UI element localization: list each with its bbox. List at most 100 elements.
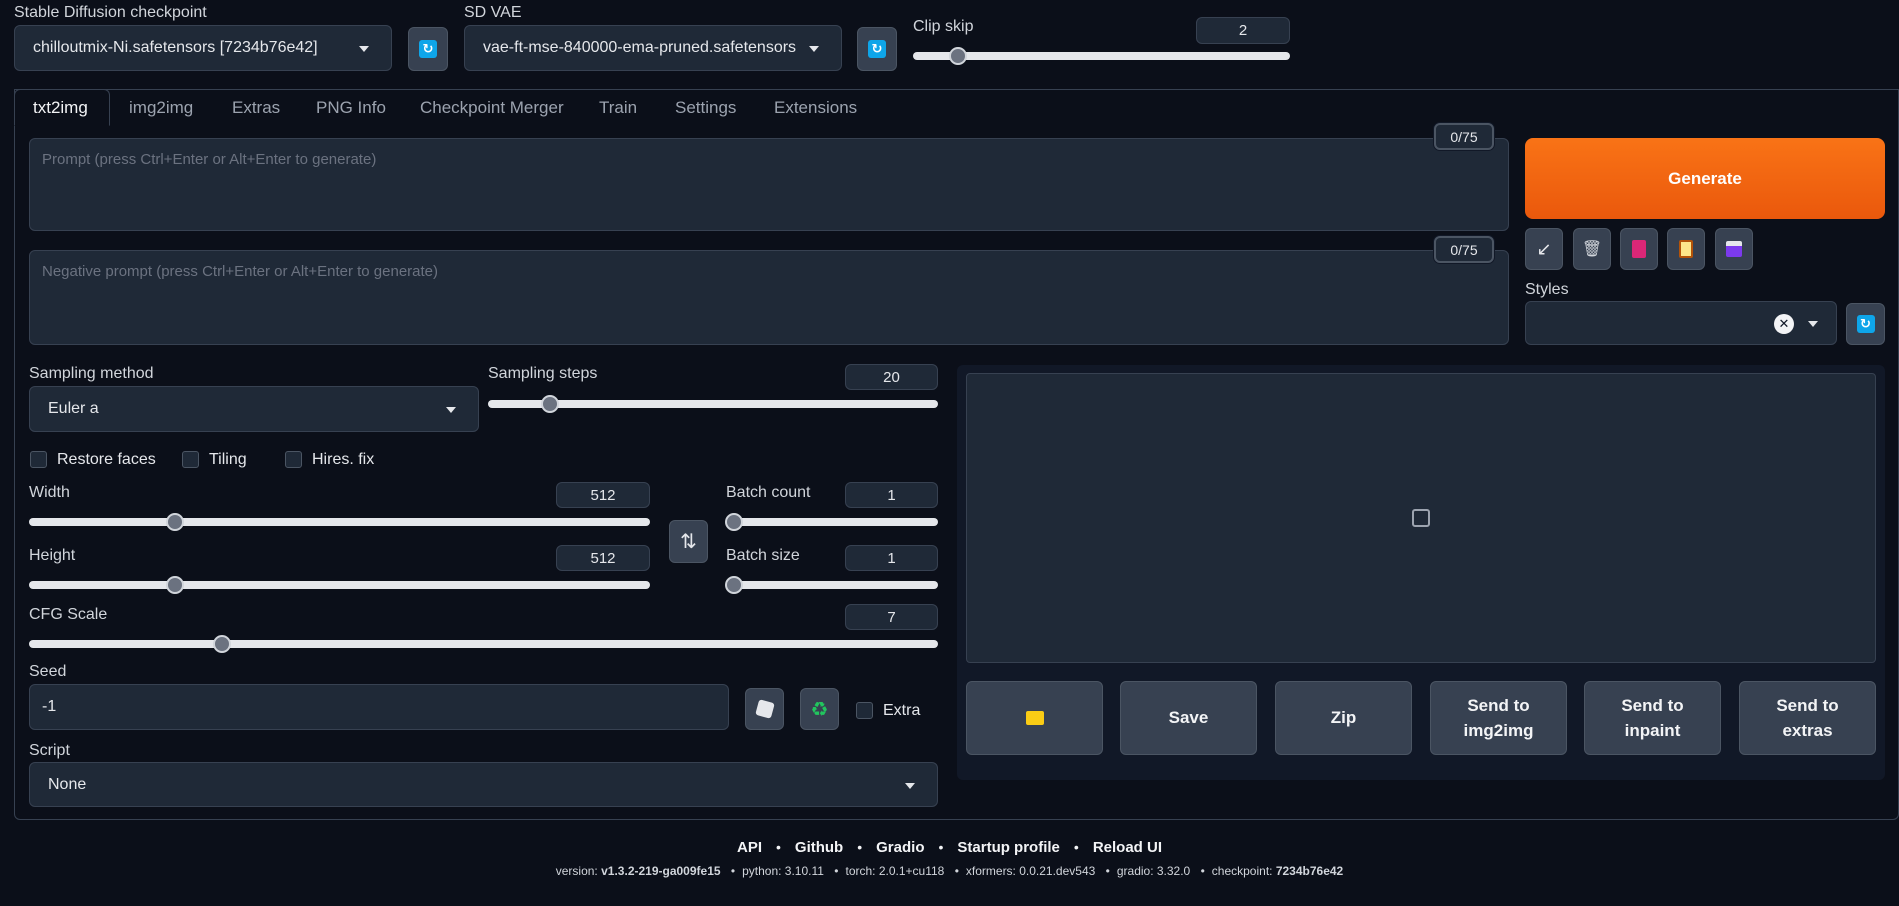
batch-size-input[interactable]: 1: [845, 545, 938, 571]
zip-button[interactable]: Zip: [1275, 681, 1412, 755]
checkpoint-dropdown[interactable]: chilloutmix-Ni.safetensors [7234b76e42]: [14, 25, 392, 71]
slider-thumb[interactable]: [213, 635, 231, 653]
vae-value: vae-ft-mse-840000-ema-pruned.safetensors: [483, 39, 797, 56]
save-style-button[interactable]: [1715, 228, 1753, 270]
styles-dropdown[interactable]: ✕: [1525, 301, 1837, 345]
tab-checkpoint-merger[interactable]: Checkpoint Merger: [420, 98, 564, 118]
extra-seed-label: Extra: [883, 702, 921, 719]
sampling-method-label: Sampling method: [29, 365, 154, 382]
tiling-label: Tiling: [209, 451, 247, 468]
restore-faces-checkbox[interactable]: [30, 451, 47, 468]
footer-link-reload-ui[interactable]: Reload UI: [1093, 839, 1162, 856]
refresh-checkpoint-button[interactable]: ↻: [408, 27, 448, 71]
chevron-down-icon: [446, 407, 456, 413]
tab-txt2img[interactable]: txt2img: [33, 98, 88, 118]
send-to-img2img-button[interactable]: Send to img2img: [1430, 681, 1567, 755]
slider-thumb[interactable]: [725, 576, 743, 594]
send-to-extras-button[interactable]: Send to extras: [1739, 681, 1876, 755]
footer-link-startup-profile[interactable]: Startup profile: [957, 839, 1060, 856]
styles-label: Styles: [1525, 281, 1569, 298]
slider-thumb[interactable]: [166, 513, 184, 531]
refresh-icon: ↻: [1856, 315, 1875, 333]
image-gallery[interactable]: [966, 373, 1876, 663]
script-dropdown[interactable]: None: [29, 762, 938, 807]
tab-png-info[interactable]: PNG Info: [316, 98, 386, 118]
floppy-disk-icon: [1726, 241, 1742, 257]
open-folder-button[interactable]: [966, 681, 1103, 755]
width-label: Width: [29, 484, 70, 501]
width-slider[interactable]: [29, 513, 650, 531]
hires-fix-checkbox[interactable]: [285, 451, 302, 468]
sampling-method-value: Euler a: [48, 400, 99, 417]
footer-link-github[interactable]: Github: [795, 839, 843, 856]
sampling-steps-input[interactable]: 20: [845, 364, 938, 390]
hires-fix-label: Hires. fix: [312, 451, 375, 468]
apply-styles-button[interactable]: [1667, 228, 1705, 270]
chevron-down-icon: [905, 782, 915, 789]
save-button[interactable]: Save: [1120, 681, 1257, 755]
footer-link-gradio[interactable]: Gradio: [876, 839, 924, 856]
batch-size-slider[interactable]: [725, 576, 938, 594]
cfg-scale-label: CFG Scale: [29, 606, 108, 623]
vae-dropdown[interactable]: vae-ft-mse-840000-ema-pruned.safetensors: [464, 25, 842, 71]
send-to-inpaint-button[interactable]: Send to inpaint: [1584, 681, 1721, 755]
negative-prompt-textarea[interactable]: Negative prompt (press Ctrl+Enter or Alt…: [29, 250, 1509, 345]
random-seed-button[interactable]: [745, 688, 784, 730]
extra-networks-button[interactable]: [1620, 228, 1658, 270]
restore-faces-label: Restore faces: [57, 451, 156, 468]
height-input[interactable]: 512: [556, 545, 650, 571]
sampling-steps-slider[interactable]: [488, 395, 938, 413]
footer-versions: version: v1.3.2-219-ga009fe15 • python: 3…: [555, 864, 1344, 878]
clear-prompt-button[interactable]: 🗑: [1573, 228, 1611, 270]
clip-skip-input[interactable]: 2: [1196, 17, 1290, 44]
slider-thumb[interactable]: [725, 513, 743, 531]
recycle-icon: ♻: [810, 698, 829, 721]
height-slider[interactable]: [29, 576, 650, 594]
refresh-styles-button[interactable]: ↻: [1846, 303, 1885, 345]
cfg-scale-input[interactable]: 7: [845, 604, 938, 630]
card-icon: [1632, 240, 1646, 258]
swap-dimensions-button[interactable]: ⇅: [669, 520, 708, 563]
clipboard-icon: [1679, 240, 1693, 258]
prompt-textarea[interactable]: Prompt (press Ctrl+Enter or Alt+Enter to…: [29, 138, 1509, 231]
tiling-checkbox[interactable]: [182, 451, 199, 468]
slider-thumb[interactable]: [949, 47, 967, 65]
batch-count-input[interactable]: 1: [845, 482, 938, 508]
checkpoint-label: Stable Diffusion checkpoint: [14, 4, 207, 21]
footer-link-api[interactable]: API: [737, 839, 762, 856]
image-placeholder-icon: [1412, 509, 1430, 527]
python-version: python: 3.10.11: [742, 864, 824, 878]
prompt-token-counter: 0/75: [1434, 123, 1494, 150]
extra-seed-checkbox[interactable]: [856, 702, 873, 719]
slider-thumb[interactable]: [541, 395, 559, 413]
cfg-scale-slider[interactable]: [29, 635, 938, 653]
checkpoint-hash: 7234b76e42: [1275, 864, 1344, 878]
tab-img2img[interactable]: img2img: [129, 98, 193, 118]
clear-icon[interactable]: ✕: [1774, 314, 1794, 334]
tab-extras[interactable]: Extras: [232, 98, 280, 118]
chevron-down-icon: [359, 46, 369, 52]
gradio-version: gradio: 3.32.0: [1116, 864, 1191, 878]
reuse-seed-button[interactable]: ♻: [800, 688, 839, 730]
vae-label: SD VAE: [464, 4, 522, 21]
read-params-button[interactable]: ↙: [1525, 228, 1563, 270]
sampling-steps-label: Sampling steps: [488, 365, 598, 382]
negative-prompt-token-counter: 0/75: [1434, 236, 1494, 263]
sampling-method-dropdown[interactable]: Euler a: [29, 386, 479, 432]
slider-thumb[interactable]: [166, 576, 184, 594]
seed-input[interactable]: -1: [29, 684, 729, 730]
refresh-vae-button[interactable]: ↻: [857, 27, 897, 71]
footer-links: API • Github • Gradio • Startup profile • Reload…: [736, 839, 1162, 856]
arrow-down-left-icon: ↙: [1536, 238, 1552, 259]
tab-extensions[interactable]: Extensions: [774, 98, 857, 118]
clip-skip-slider[interactable]: [913, 47, 1290, 65]
generate-button[interactable]: Generate: [1525, 138, 1885, 219]
xformers-version: xformers: 0.0.21.dev543: [965, 864, 1096, 878]
seed-label: Seed: [29, 663, 67, 680]
seed-value: -1: [42, 698, 57, 715]
width-input[interactable]: 512: [556, 482, 650, 508]
height-label: Height: [29, 547, 76, 564]
tab-train[interactable]: Train: [599, 98, 637, 118]
batch-count-slider[interactable]: [725, 513, 938, 531]
tab-settings[interactable]: Settings: [675, 98, 736, 118]
